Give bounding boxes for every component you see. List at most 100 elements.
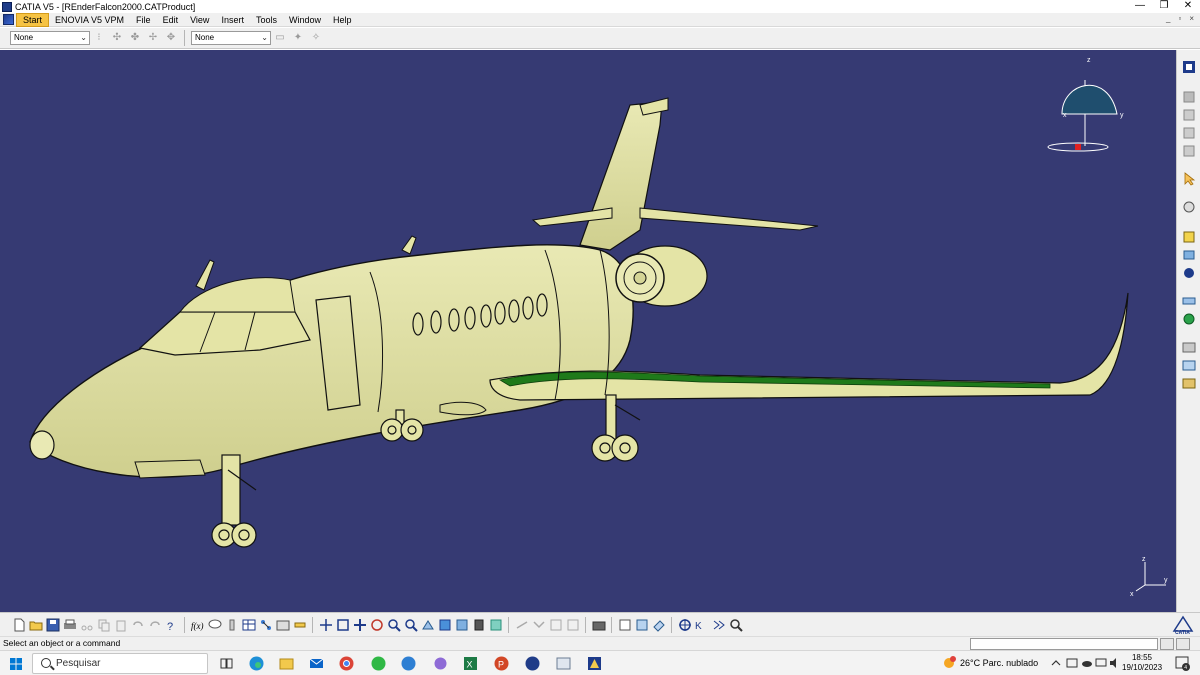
product-structure-icon[interactable] [1181, 60, 1197, 74]
command-clear-button[interactable] [1176, 638, 1190, 650]
paste-icon[interactable] [114, 618, 128, 632]
menu-file[interactable]: File [130, 13, 157, 27]
generate-icon[interactable] [1181, 358, 1197, 372]
maps-icon[interactable] [400, 655, 417, 672]
menu-edit[interactable]: Edit [157, 13, 185, 27]
taskbar-search[interactable]: Pesquisar [32, 653, 208, 674]
view-front-icon[interactable] [1181, 90, 1197, 104]
close-button[interactable]: ✕ [1176, 0, 1200, 13]
menu-insert[interactable]: Insert [215, 13, 250, 27]
minimize-button[interactable]: — [1128, 0, 1152, 13]
powerpoint-icon[interactable]: P [493, 655, 510, 672]
filter-combo-2[interactable]: None ⌄ [191, 31, 271, 45]
tray-app-icon[interactable] [1066, 657, 1078, 669]
chrome-icon[interactable] [338, 655, 355, 672]
menu-tools[interactable]: Tools [250, 13, 283, 27]
3d-compass[interactable]: z y x [1047, 57, 1124, 152]
arrow-right-icon[interactable] [712, 618, 726, 632]
catia-taskbar-icon[interactable] [586, 655, 603, 672]
camera-icon[interactable] [592, 618, 606, 632]
normal-view-icon[interactable] [421, 618, 435, 632]
print-icon[interactable] [63, 618, 77, 632]
view-iso-icon[interactable] [1181, 144, 1197, 158]
eraser-icon[interactable] [652, 618, 666, 632]
update-icon[interactable] [1181, 312, 1197, 326]
formula-icon[interactable]: f(x) [191, 618, 205, 632]
copilot-icon[interactable] [432, 655, 449, 672]
menu-help[interactable]: Help [327, 13, 358, 27]
hide-show-icon[interactable] [472, 618, 486, 632]
view-side-icon[interactable] [1181, 108, 1197, 122]
zoom-out-icon[interactable] [404, 618, 418, 632]
pan-icon[interactable] [353, 618, 367, 632]
shading-icon[interactable] [455, 618, 469, 632]
camera-icon[interactable]: ▭ [273, 31, 287, 45]
excel-icon[interactable]: X [462, 655, 479, 672]
comment-icon[interactable] [208, 618, 222, 632]
volume-icon[interactable] [1109, 657, 1121, 669]
material-icon[interactable]: ✧ [309, 31, 323, 45]
start-menu-icon[interactable] [3, 14, 14, 25]
doc-close-button[interactable]: × [1189, 14, 1194, 23]
weather-icon[interactable] [941, 654, 958, 671]
copy-icon[interactable] [97, 618, 111, 632]
constraint-icon[interactable] [532, 618, 546, 632]
fit-all-icon[interactable] [336, 618, 350, 632]
point-icon[interactable]: ⁝ [92, 31, 106, 45]
doc-minimize-button[interactable]: _ [1166, 14, 1170, 23]
tree-icon[interactable] [259, 618, 273, 632]
doc-restore-button[interactable]: ▫ [1178, 14, 1181, 23]
save-management-icon[interactable] [618, 618, 632, 632]
axis-snap-icon[interactable]: ✢ [146, 31, 160, 45]
3d-viewport[interactable]: z y x z y x [0, 50, 1176, 612]
save-icon[interactable] [46, 618, 60, 632]
whats-this-icon[interactable]: ? [165, 618, 179, 632]
weather-text[interactable]: 26°C Parc. nublado [960, 658, 1038, 668]
grid-snap-icon[interactable]: ✥ [164, 31, 178, 45]
edge-icon[interactable] [248, 655, 265, 672]
task-view-icon[interactable] [218, 655, 235, 672]
scene-icon[interactable] [1181, 376, 1197, 390]
table-icon[interactable] [242, 618, 256, 632]
undo-icon[interactable] [131, 618, 145, 632]
swap-icon[interactable] [489, 618, 503, 632]
maximize-button[interactable]: ❐ [1152, 0, 1176, 13]
command-history-button[interactable] [1160, 638, 1174, 650]
snap-icon[interactable] [549, 618, 563, 632]
select-arrow-icon[interactable] [1181, 172, 1197, 186]
notification-icon[interactable]: 4 [1174, 655, 1190, 671]
onedrive-icon[interactable] [1081, 657, 1093, 669]
globe-icon[interactable] [524, 655, 541, 672]
fly-mode-icon[interactable] [319, 618, 333, 632]
cut-icon[interactable] [80, 618, 94, 632]
assembly-icon[interactable] [1181, 266, 1197, 280]
open-icon[interactable] [29, 618, 43, 632]
catalog-icon[interactable] [1181, 340, 1197, 354]
light-icon[interactable]: ✦ [291, 31, 305, 45]
render-icon[interactable] [566, 618, 580, 632]
line-snap-icon[interactable]: ✣ [110, 31, 124, 45]
constraint-icon[interactable] [1181, 294, 1197, 308]
analysis-icon[interactable]: K [695, 618, 709, 632]
filter-combo-1[interactable]: None ⌄ [10, 31, 90, 45]
command-input[interactable] [970, 638, 1158, 650]
new-icon[interactable] [12, 618, 26, 632]
plane-snap-icon[interactable]: ✤ [128, 31, 142, 45]
network-icon[interactable] [1095, 657, 1107, 669]
compass-icon[interactable] [678, 618, 692, 632]
file-explorer-icon[interactable] [278, 655, 295, 672]
system-clock[interactable]: 18:55 19/10/2023 [1122, 653, 1162, 673]
menu-enovia[interactable]: ENOVIA V5 VPM [49, 13, 130, 27]
macro-icon[interactable] [225, 618, 239, 632]
iso-view-icon[interactable] [438, 618, 452, 632]
catalog-icon[interactable] [635, 618, 649, 632]
measure-icon[interactable] [293, 618, 307, 632]
component-icon[interactable] [1181, 248, 1197, 262]
redo-icon[interactable] [148, 618, 162, 632]
rotate-icon[interactable] [370, 618, 384, 632]
menu-start[interactable]: Start [16, 12, 50, 27]
zoom-in-icon[interactable] [387, 618, 401, 632]
search-icon[interactable] [729, 618, 743, 632]
manipulate-icon[interactable] [1181, 200, 1197, 214]
mail-icon[interactable] [308, 655, 325, 672]
